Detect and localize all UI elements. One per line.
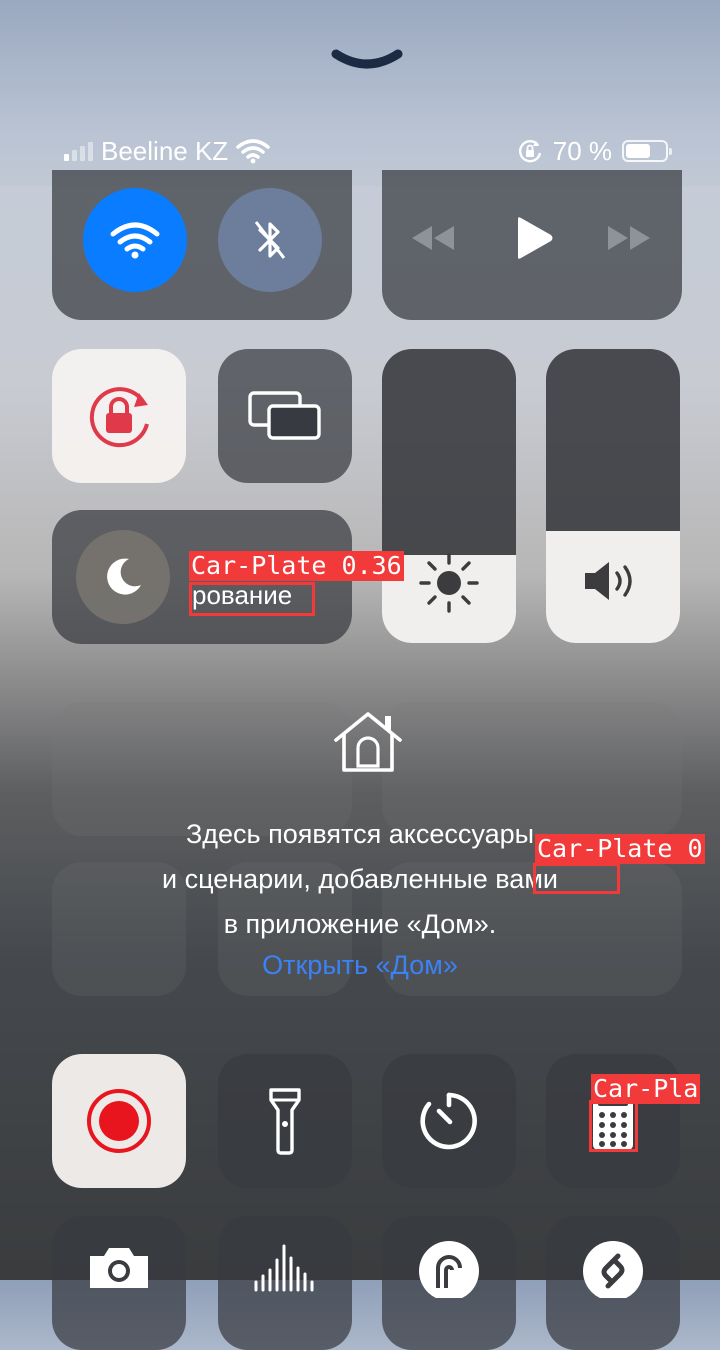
sun-icon bbox=[419, 553, 479, 613]
battery-icon bbox=[622, 140, 672, 162]
wifi-icon bbox=[110, 222, 160, 259]
flashlight-button[interactable] bbox=[218, 1054, 352, 1188]
record-icon bbox=[87, 1089, 151, 1153]
volume-slider[interactable] bbox=[546, 349, 680, 643]
screen-mirroring-icon bbox=[248, 391, 321, 440]
signal-strength-icon bbox=[64, 141, 93, 161]
home-icon bbox=[334, 712, 402, 772]
hearing-icon bbox=[419, 1241, 479, 1298]
waveform-icon bbox=[254, 1244, 314, 1292]
carrier-name: Beeline KZ bbox=[101, 135, 229, 166]
bluetooth-off-icon bbox=[254, 221, 286, 259]
timer-icon bbox=[420, 1092, 477, 1150]
timer-button[interactable] bbox=[382, 1054, 516, 1188]
speaker-icon bbox=[585, 562, 632, 600]
camera-icon bbox=[90, 1248, 148, 1288]
voice-memos-button[interactable] bbox=[218, 1216, 352, 1350]
screen-mirroring-button[interactable] bbox=[218, 349, 352, 483]
brightness-slider[interactable] bbox=[382, 349, 516, 643]
moon-icon bbox=[107, 558, 141, 595]
moon-icon-circle bbox=[76, 530, 170, 624]
flashlight-icon bbox=[269, 1088, 301, 1155]
hearing-button[interactable] bbox=[382, 1216, 516, 1350]
orientation-lock-icon bbox=[89, 387, 149, 448]
fast-forward-icon[interactable] bbox=[606, 224, 652, 252]
chevron-down-icon[interactable] bbox=[330, 44, 404, 74]
screen-record-button[interactable] bbox=[52, 1054, 186, 1188]
rewind-icon[interactable] bbox=[410, 224, 456, 252]
shazam-button[interactable] bbox=[546, 1216, 680, 1350]
detection-label: Car-Plate 0.36 bbox=[189, 551, 404, 581]
camera-button[interactable] bbox=[52, 1216, 186, 1350]
play-icon[interactable] bbox=[514, 216, 554, 260]
orientation-lock-toggle[interactable] bbox=[52, 349, 186, 483]
detection-label: Car-Pla bbox=[591, 1074, 701, 1104]
detection-box bbox=[189, 582, 315, 616]
shazam-icon bbox=[583, 1241, 643, 1298]
wifi-toggle[interactable] bbox=[83, 188, 187, 292]
home-message-line: в приложение «Дом». bbox=[223, 909, 497, 939]
battery-percent: 70 % bbox=[552, 135, 612, 166]
orientation-lock-status-icon bbox=[518, 140, 541, 163]
status-bar-left: Beeline KZ bbox=[64, 134, 270, 168]
open-home-link[interactable]: Открыть «Дом» bbox=[60, 950, 660, 981]
bluetooth-toggle[interactable] bbox=[218, 188, 322, 292]
detection-box bbox=[589, 1100, 638, 1152]
detection-label: Car-Plate 0 bbox=[535, 834, 705, 864]
detection-box bbox=[533, 863, 620, 894]
wifi-status-icon bbox=[236, 139, 270, 164]
status-bar-right: 70 % bbox=[517, 134, 672, 168]
